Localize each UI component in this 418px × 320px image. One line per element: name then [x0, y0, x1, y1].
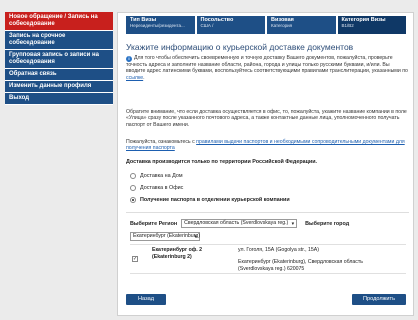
radio-home-delivery[interactable]: Доставка на Дом	[130, 170, 290, 182]
back-button[interactable]: Назад	[126, 294, 166, 305]
step-subtitle: Категория	[271, 23, 293, 28]
radio-label: Доставка в Офис	[140, 185, 184, 191]
region-label: Выберите Регион	[130, 220, 178, 227]
step-subtitle: Нерезиденты/резидента...	[130, 23, 185, 28]
progress-steps: Тип Визы Нерезиденты/резидента... Посоль…	[126, 16, 406, 34]
office-delivery-note: Обратите внимание, что если доставка осу…	[126, 109, 407, 128]
step-subtitle: США /	[200, 23, 214, 28]
sidebar: Новое обращение / Запись на собеседовани…	[5, 12, 113, 105]
rules-note: Пожалуйста, ознакомьтесь с правилами выд…	[126, 139, 409, 152]
sidebar-item-group-booking[interactable]: Групповая запись о записи на собеседован…	[5, 50, 113, 69]
sidebar-item-urgent-interview[interactable]: Запись на срочное собеседование	[5, 31, 113, 50]
region-select[interactable]: Свердловская область (Sverdlovskaya reg.…	[181, 219, 298, 228]
city-value: Екатеринбург (Ekaterinburg)	[133, 233, 200, 239]
info-text: i Для того чтобы обеспечить своевременную…	[126, 55, 408, 81]
info-body: Для того чтобы обеспечить своевременную …	[126, 55, 408, 75]
radio-button[interactable]	[130, 197, 136, 203]
rules-prefix: Пожалуйста, ознакомьтесь с	[126, 139, 195, 145]
radio-label: Доставка на Дом	[140, 173, 183, 179]
delivery-options: Доставка на Дом Доставка в Офис Получени…	[130, 170, 290, 206]
radio-button[interactable]	[130, 173, 136, 179]
region-row: Выберите Регион Свердловская область (Sv…	[130, 219, 349, 228]
office-address-street: ул. Гоголя, 15А (Gogolya str., 15A)	[238, 247, 319, 253]
city-select[interactable]: Екатеринбург (Ekaterinburg) ▾	[130, 232, 200, 241]
office-address-city: Екатеринбург (Ekaterinburg), Свердловска…	[238, 259, 363, 272]
transliteration-link[interactable]: ссылке	[126, 75, 143, 81]
step-embassy[interactable]: Посольство США /	[196, 16, 265, 34]
page-title: Укажите информацию о курьерской доставке…	[126, 42, 354, 52]
office-name: Екатеринбург оф. 2 (Ekaterinburg 2)	[152, 247, 203, 260]
divider	[126, 212, 409, 213]
radio-label: Получение паспорта в отделении курьерско…	[140, 197, 290, 203]
radio-courier-pickup[interactable]: Получение паспорта в отделении курьерско…	[130, 194, 290, 206]
radio-office-delivery[interactable]: Доставка в Офис	[130, 182, 290, 194]
chevron-down-icon: ▾	[194, 234, 197, 240]
step-visa-type[interactable]: Тип Визы Нерезиденты/резидента...	[126, 16, 195, 34]
continue-button[interactable]: Продолжить	[352, 294, 406, 305]
sidebar-item-feedback[interactable]: Обратная связь	[5, 69, 113, 81]
step-visa-category[interactable]: Визовая Категория	[267, 16, 336, 34]
region-value: Свердловская область (Sverdlovskaya reg.…	[184, 220, 289, 226]
city-label: Выберите город	[305, 220, 350, 227]
sidebar-item-logout[interactable]: Выход	[5, 93, 113, 105]
office-checkbox[interactable]: ✓	[132, 256, 138, 262]
chevron-down-icon: ▾	[291, 221, 295, 227]
sidebar-item-new-request[interactable]: Новое обращение / Запись на собеседовани…	[5, 12, 113, 31]
main-panel: Тип Визы Нерезиденты/резидента... Посоль…	[117, 12, 414, 316]
radio-button[interactable]	[130, 185, 136, 191]
page: Новое обращение / Запись на собеседовани…	[0, 0, 418, 320]
step-subtitle: B1/B2	[341, 23, 354, 28]
delivery-territory-note: Доставка производится только по территор…	[126, 159, 318, 165]
step-visa-class[interactable]: Категория Визы B1/B2	[337, 16, 406, 34]
sidebar-item-edit-profile[interactable]: Изменить данные профиля	[5, 81, 113, 93]
office-row[interactable]: ✓ Екатеринбург оф. 2 (Ekaterinburg 2) ул…	[130, 244, 406, 274]
